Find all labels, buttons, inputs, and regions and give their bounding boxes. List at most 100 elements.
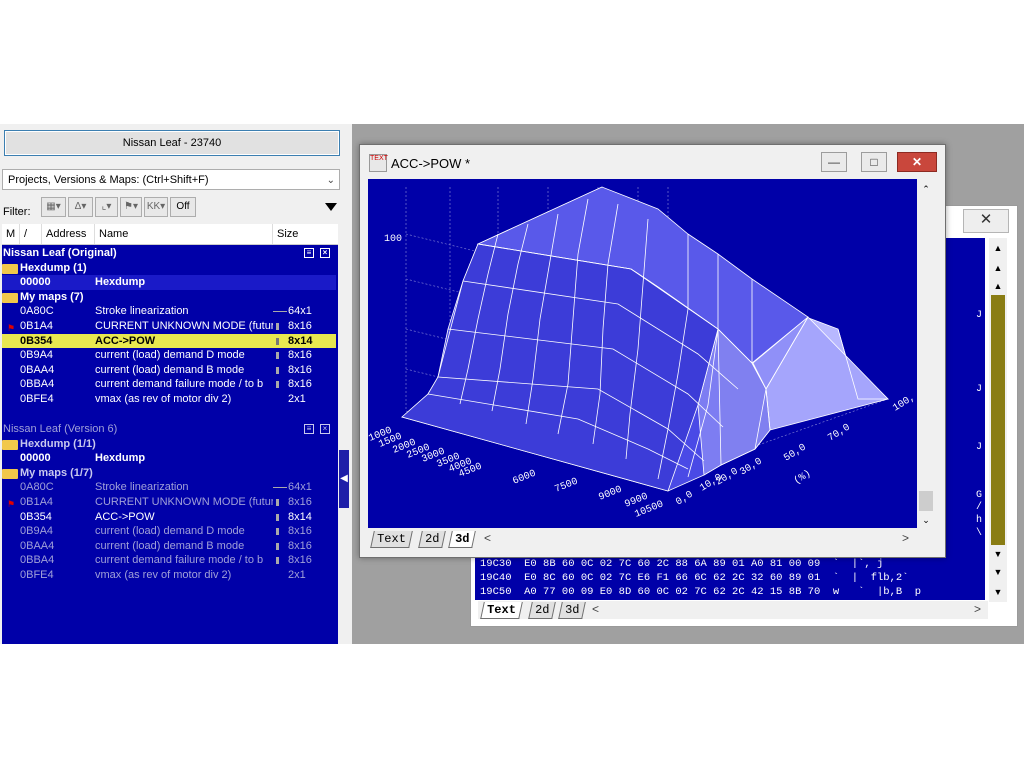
list-view-icon[interactable]: ≡ (304, 248, 314, 258)
list-item[interactable]: 0BAA4 current (load) demand B mode 8x16 (2, 363, 336, 378)
chevron-down-icon: ⌄ (326, 175, 335, 186)
tab-2d[interactable]: 2d (418, 531, 447, 548)
scroll-left-icon[interactable]: < (484, 531, 491, 545)
hex-ascii-char: J (976, 310, 983, 321)
close-icon[interactable]: × (320, 424, 330, 434)
scroll-right-icon[interactable]: > (974, 602, 981, 616)
project-header-original[interactable]: Nissan Leaf (Original) ≡ × (2, 246, 336, 261)
hex-ascii-char: J (976, 384, 983, 395)
group-hexdump[interactable]: Hexdump (1/1) (2, 437, 336, 452)
list-item[interactable]: 00000 Hexdump (2, 451, 336, 466)
column-name[interactable]: Name (95, 224, 273, 244)
scroll-top-icon[interactable]: ▲ (990, 240, 1006, 256)
scroll-left-icon[interactable]: < (592, 602, 599, 616)
list-item[interactable]: 0A80C Stroke linearization 64x1 (2, 304, 336, 319)
list-item[interactable]: ⚑ 0B1A4 CURRENT UNKNOWN MODE (future 8x1… (2, 495, 336, 510)
list-item[interactable]: 0B9A4 current (load) demand D mode 8x16 (2, 348, 336, 363)
project-title-button[interactable]: Nissan Leaf - 23740 (4, 130, 340, 156)
scroll-down-icon[interactable]: ⌄ (918, 512, 934, 528)
tab-text[interactable]: Text (480, 602, 523, 619)
plot-vertical-scrollbar[interactable]: ⌃ ⌄ (917, 179, 935, 528)
collapse-filter-icon[interactable] (324, 200, 338, 214)
rpm-tick-label: 9000 (597, 485, 623, 504)
collapse-left-icon[interactable]: ◀ (339, 450, 349, 508)
filter-dimension-button[interactable]: ▦▾ (41, 197, 66, 217)
1d-map-icon (273, 311, 287, 313)
2d-map-icon (276, 542, 279, 550)
group-my-maps[interactable]: My maps (7) (2, 290, 336, 305)
column-sort[interactable]: / (20, 224, 42, 244)
project-explorer-panel: Nissan Leaf - 23740 Projects, Versions &… (0, 124, 352, 644)
project-header-version6[interactable]: Nissan Leaf (Version 6) ≡ × (2, 422, 336, 437)
list-item[interactable]: 00000 Hexdump (2, 275, 336, 290)
close-window-button[interactable]: ✕ (963, 209, 1009, 233)
list-item[interactable]: ⚑ 0B1A4 CURRENT UNKNOWN MODE (future 8x1… (2, 319, 336, 334)
item-address: 0B354 (20, 334, 53, 347)
item-name: Hexdump (95, 452, 146, 465)
item-address: 0BFE4 (20, 569, 54, 581)
hex-address: 19C30 (480, 558, 512, 570)
item-name: ACC->POW (95, 510, 155, 523)
filter-kk-button[interactable]: KK▾ (144, 197, 168, 217)
surface-mesh (401, 186, 889, 492)
item-name: current (load) demand B mode (95, 539, 245, 552)
scroll-up-icon[interactable]: ▲ (990, 278, 1006, 294)
group-my-maps[interactable]: My maps (1/7) (2, 466, 336, 481)
hex-row[interactable]: 19C30 E0 8B 60 0C 02 7C 60 2C 88 6A 89 0… (480, 558, 883, 570)
filter-flag-button[interactable]: ⚑▾ (120, 197, 142, 217)
page-down-icon[interactable]: ▼ (990, 564, 1006, 580)
tab-3d[interactable]: 3d (448, 531, 477, 548)
list-item[interactable]: 0BBA4 current demand failure mode / to b… (2, 553, 336, 568)
list-item[interactable]: 0B9A4 current (load) demand D mode 8x16 (2, 524, 336, 539)
scroll-bottom-icon[interactable]: ▼ (990, 584, 1006, 600)
maximize-button[interactable]: □ (861, 152, 887, 172)
hex-ascii: ` |`, j (832, 558, 884, 570)
filter-type-button[interactable]: Δ▾ (68, 197, 93, 217)
column-m[interactable]: M (2, 224, 20, 244)
group-label: Hexdump (1/1) (20, 437, 96, 450)
list-item[interactable]: 0BAA4 current (load) demand B mode 8x16 (2, 539, 336, 554)
list-item[interactable]: 0A80C Stroke linearization 64x1 (2, 480, 336, 495)
1d-map-icon (273, 487, 287, 489)
scrollbar-thumb[interactable] (919, 491, 933, 511)
close-icon[interactable]: × (320, 248, 330, 258)
tab-2d[interactable]: 2d (528, 602, 557, 619)
hex-row[interactable]: 19C40 E0 8C 60 0C 02 7C E6 F1 66 6C 62 2… (480, 572, 909, 584)
rpm-tick-label: 6000 (511, 469, 537, 488)
item-size: 8x16 (288, 378, 312, 391)
tab-3d[interactable]: 3d (558, 602, 587, 619)
column-address[interactable]: Address (42, 224, 95, 244)
list-item[interactable]: 0BBA4 current demand failure mode / to b… (2, 377, 336, 392)
item-address: 0B1A4 (20, 496, 54, 508)
filter-off-button[interactable]: Off (170, 197, 196, 217)
3d-surface-plot[interactable]: 100 1000 1500 2000 2500 3000 3500 4000 4… (367, 179, 917, 528)
scroll-up-icon[interactable]: ⌃ (918, 181, 934, 197)
item-name: Stroke linearization (95, 305, 189, 318)
close-window-button[interactable]: ✕ (897, 152, 937, 172)
hex-ascii-char: h (976, 515, 983, 526)
filter-axis-button[interactable]: ⌞▾ (95, 197, 118, 217)
tab-text[interactable]: Text (370, 531, 413, 548)
scroll-right-icon[interactable]: > (902, 531, 909, 545)
scroll-down-icon[interactable]: ▼ (990, 546, 1006, 562)
item-size: 8x16 (288, 363, 312, 376)
projects-versions-maps-dropdown[interactable]: Projects, Versions & Maps: (Ctrl+Shift+F… (2, 169, 340, 190)
panel-splitter[interactable]: ◀ (339, 450, 349, 508)
hex-ascii: ` | flb,2` (832, 572, 909, 584)
group-hexdump[interactable]: Hexdump (1) (2, 261, 336, 276)
minimize-button[interactable]: — (821, 152, 847, 172)
hex-row[interactable]: 19C50 A0 77 00 09 E0 8D 60 0C 02 7C 62 2… (480, 586, 921, 598)
hexdump-view-tabs: Text 2d 3d < > (478, 601, 988, 619)
scrollbar-thumb[interactable] (991, 295, 1005, 545)
list-item-selected[interactable]: 0B354 ACC->POW 8x14 (2, 333, 336, 349)
page-up-icon[interactable]: ▲ (990, 260, 1006, 276)
2d-map-icon (276, 337, 279, 345)
item-size: 64x1 (288, 481, 312, 494)
column-size[interactable]: Size (273, 224, 338, 244)
pct-axis-label: (%) (792, 468, 814, 488)
list-item[interactable]: 0BFE4 vmax (as rev of motor div 2) 2x1 (2, 392, 336, 407)
list-item[interactable]: 0B354 ACC->POW 8x14 (2, 510, 336, 525)
list-view-icon[interactable]: ≡ (304, 424, 314, 434)
hex-ascii-char: / (976, 502, 983, 513)
list-item[interactable]: 0BFE4 vmax (as rev of motor div 2) 2x1 (2, 568, 336, 583)
